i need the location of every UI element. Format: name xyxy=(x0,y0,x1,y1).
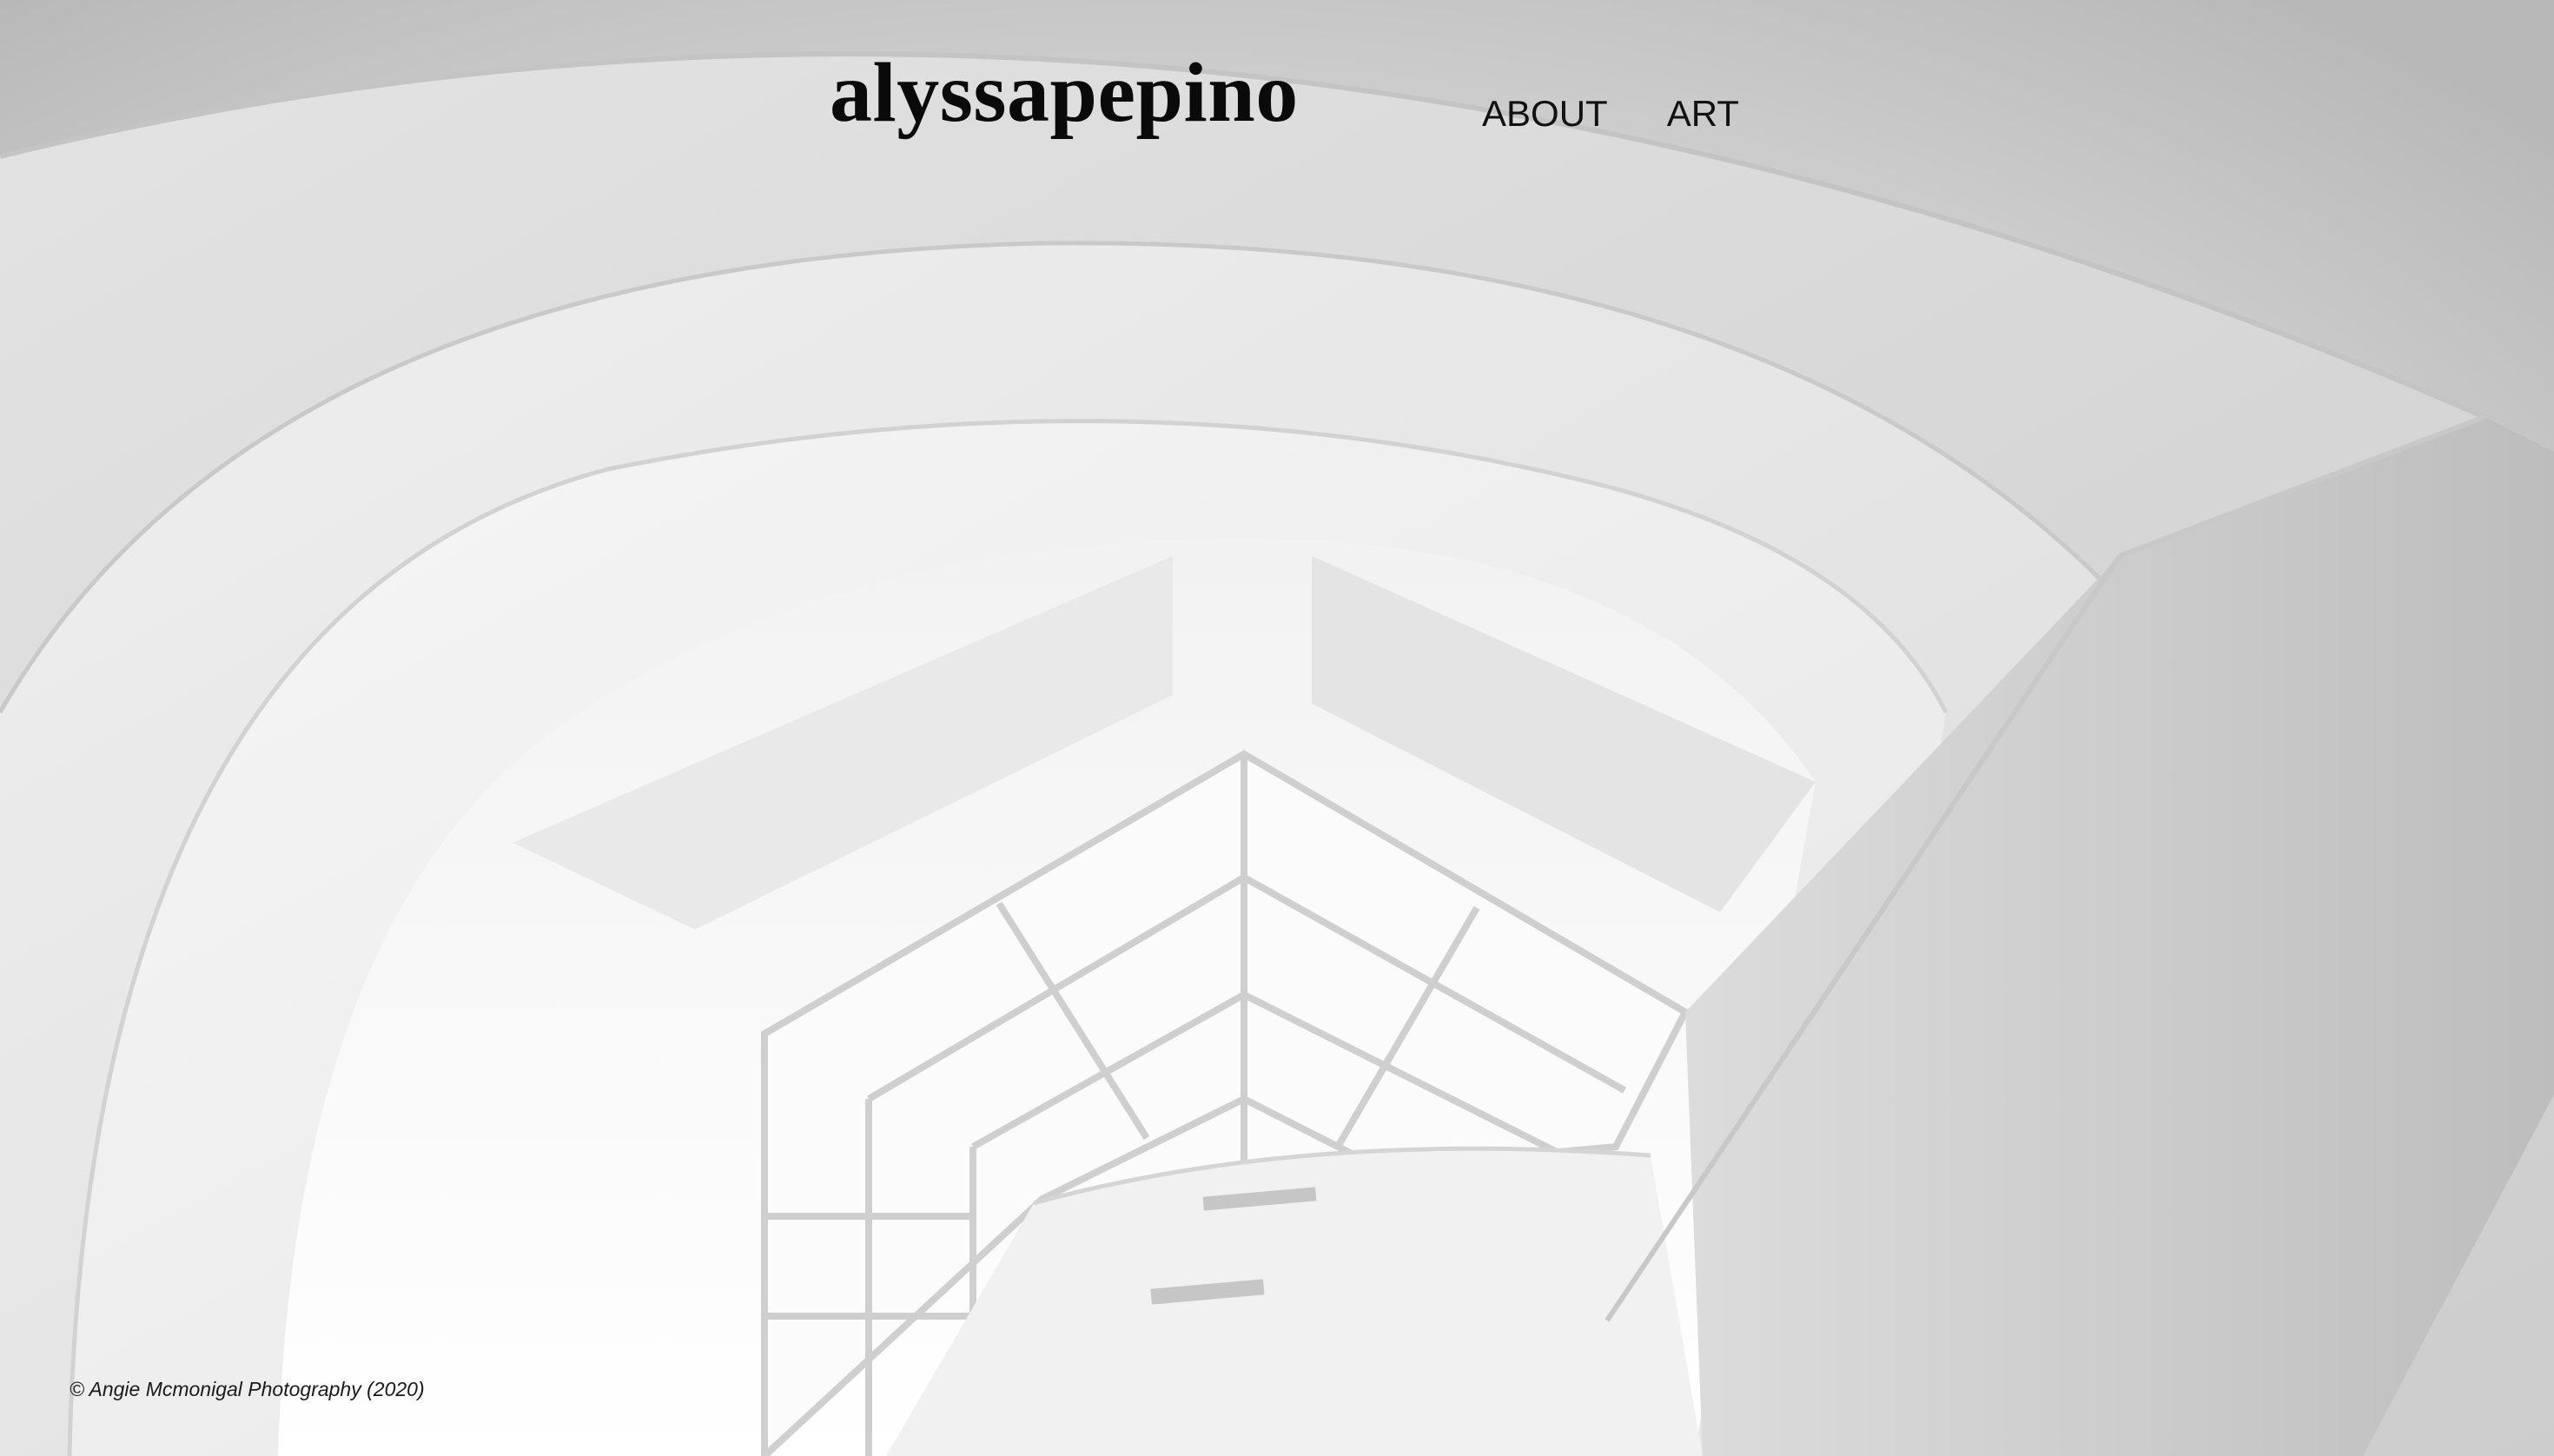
nav-link-art[interactable]: ART xyxy=(1667,96,1739,132)
hero-background-photo xyxy=(0,0,2554,1456)
nav-link-about[interactable]: ABOUT xyxy=(1482,96,1608,132)
page: alyssapepino ABOUT ART © Angie Mcmonigal… xyxy=(0,0,2554,1456)
site-header: alyssapepino ABOUT ART xyxy=(0,0,2554,191)
main-nav: ABOUT ART xyxy=(1482,96,1739,132)
site-title[interactable]: alyssapepino xyxy=(830,50,1299,136)
photo-credit: © Angie Mcmonigal Photography (2020) xyxy=(69,1378,425,1400)
